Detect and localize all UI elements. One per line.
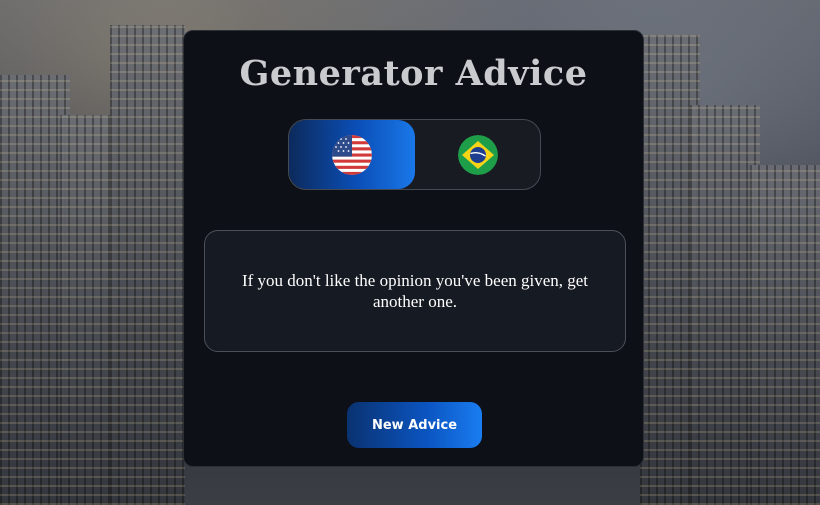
language-option-portuguese[interactable] [415,120,540,189]
brazil-flag-icon [458,134,498,175]
new-advice-button[interactable]: New Advice [347,402,482,448]
us-flag-icon [332,134,372,175]
page-title: Generator Advice [239,53,588,94]
advice-text: If you don't like the opinion you've bee… [241,271,589,311]
advice-box: If you don't like the opinion you've bee… [204,230,626,352]
advice-card: Generator Advice If you don't like the o… [183,30,644,467]
language-option-english[interactable] [289,120,415,189]
language-toggle [288,119,541,190]
